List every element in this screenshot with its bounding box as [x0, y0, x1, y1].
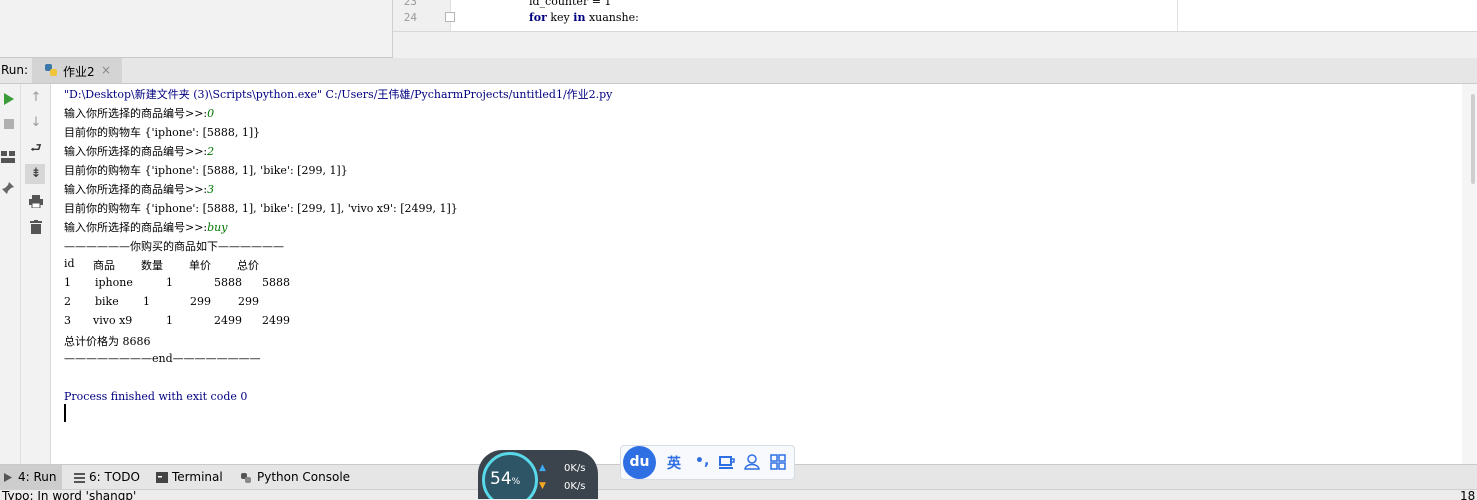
download-arrow-icon: ▼	[539, 481, 546, 491]
end-line: ————————end————————	[64, 352, 261, 365]
line-number: 23	[403, 0, 417, 8]
project-pane	[0, 0, 393, 57]
table-cell: 1	[166, 314, 173, 327]
table-cell: 1	[143, 295, 150, 308]
console-cart-line: 目前你的购物车 {'iphone': [5888, 1]}	[64, 126, 261, 139]
run-config-tab[interactable]: 作业2 ×	[32, 58, 122, 83]
stop-icon[interactable]	[3, 118, 15, 130]
user-icon[interactable]	[744, 454, 760, 470]
run-actions-toolbar	[0, 84, 21, 464]
upload-speed: 0K/s	[564, 463, 586, 474]
run-label: Run:	[1, 63, 29, 77]
todo-list-icon	[74, 473, 85, 483]
table-header-cell: 单价	[189, 259, 211, 272]
table-cell: 3	[64, 314, 71, 327]
table-header-cell: id	[64, 257, 75, 270]
tab-run-label: 4: Run	[18, 470, 57, 484]
arrow-up-icon[interactable]: ↑	[27, 90, 45, 106]
tab-todo[interactable]: 6: TODO	[89, 470, 140, 484]
table-header-cell: 总价	[237, 259, 259, 272]
table-cell: 1	[64, 276, 71, 289]
tab-python-console[interactable]: Python Console	[257, 470, 350, 484]
table-header-cell: 商品	[93, 259, 115, 272]
console-prompt-line: 输入你所选择的商品编号>>:0	[64, 107, 215, 120]
console-prompt-line: 输入你所选择的商品编号>>:2	[64, 145, 215, 158]
download-speed: 0K/s	[564, 481, 586, 492]
status-bar: Typo: In word 'shangp' 18	[0, 489, 1477, 500]
table-cell: 2499	[214, 314, 242, 327]
scroll-to-end-icon: ⇟	[30, 166, 42, 181]
ime-toolbar[interactable]: du 英 •,	[620, 445, 795, 480]
table-cell: 299	[190, 295, 211, 308]
table-cell: 2	[64, 295, 71, 308]
total-price-line: 总计价格为 8686	[64, 335, 151, 348]
code-line: for key in xuanshe:	[529, 11, 639, 24]
editor-bottom-area	[393, 31, 1477, 58]
table-cell: iphone	[95, 276, 133, 289]
console-command-line: "D:\Desktop\新建文件夹 (3)\Scripts\python.exe…	[64, 88, 613, 101]
line-number: 24	[403, 11, 417, 24]
editor-right-area	[1178, 0, 1477, 31]
console-prompt-line: 输入你所选择的商品编号>>:buy	[64, 221, 228, 234]
process-finished-line: Process finished with exit code 0	[64, 390, 248, 403]
table-cell: 5888	[262, 276, 290, 289]
table-cell: 2499	[262, 314, 290, 327]
fold-marker-icon[interactable]	[445, 12, 455, 22]
ime-logo[interactable]: du	[623, 446, 656, 479]
table-cell: vivo x9	[93, 314, 133, 327]
editor-area: 23 id_counter = 1 24 for key in xuanshe:	[0, 0, 1477, 58]
console-cart-line: 目前你的购物车 {'iphone': [5888, 1], 'bike': [2…	[64, 202, 458, 215]
python-icon	[241, 473, 251, 483]
arrow-down-icon[interactable]: ↓	[27, 115, 45, 131]
scrollbar-thumb[interactable]	[1471, 94, 1475, 184]
run-tab-bar: Run: 作业2 ×	[0, 58, 1477, 84]
rerun-icon[interactable]	[3, 92, 15, 106]
usage-percent: 54%	[490, 469, 521, 489]
python-file-icon	[45, 64, 57, 76]
network-monitor-widget[interactable]: 54% ▲ ▼ 0K/s 0K/s	[478, 450, 598, 499]
upload-arrow-icon: ▲	[539, 463, 546, 473]
layout-icon[interactable]	[1, 151, 15, 163]
table-cell: 299	[238, 295, 259, 308]
soft-wrap-icon[interactable]: ⮐	[27, 141, 45, 157]
run-tab-label: 作业2	[63, 65, 95, 79]
console-toolbar: ↑ ↓ ⮐ ⇟	[21, 84, 51, 464]
ime-punctuation-toggle[interactable]: •,	[695, 453, 709, 469]
cup-icon[interactable]	[719, 455, 735, 470]
console-output[interactable]	[51, 84, 1462, 464]
console-prompt-line: 输入你所选择的商品编号>>:3	[64, 183, 215, 196]
tab-terminal[interactable]: Terminal	[172, 470, 223, 484]
table-cell: 1	[166, 276, 173, 289]
grid-icon[interactable]	[770, 454, 786, 470]
close-tab-icon[interactable]: ×	[101, 63, 111, 77]
run-triangle-icon	[4, 473, 12, 482]
table-header-cell: 数量	[141, 259, 163, 272]
purchase-header-line: ——————你购买的商品如下——————	[64, 240, 284, 253]
console-scrollbar[interactable]	[1462, 84, 1477, 464]
table-cell: 5888	[214, 276, 242, 289]
pin-icon[interactable]	[1, 181, 15, 195]
console-cart-line: 目前你的购物车 {'iphone': [5888, 1], 'bike': [2…	[64, 164, 348, 177]
text-cursor	[64, 404, 66, 422]
table-cell: bike	[95, 295, 119, 308]
trash-icon[interactable]	[30, 220, 42, 234]
ime-language-toggle[interactable]: 英	[667, 453, 681, 473]
code-line: id_counter = 1	[529, 0, 612, 8]
print-icon[interactable]	[29, 195, 43, 208]
terminal-icon	[156, 472, 168, 483]
